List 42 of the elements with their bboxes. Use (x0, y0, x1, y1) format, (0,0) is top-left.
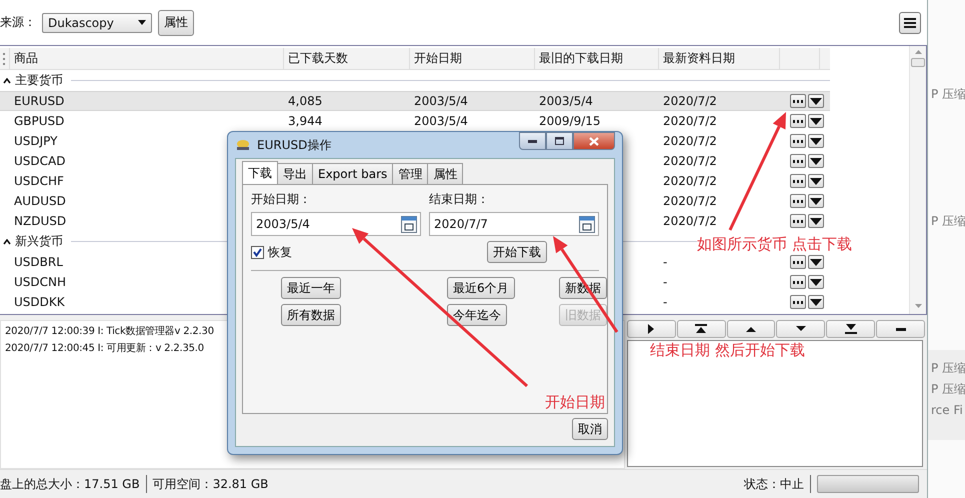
table-cell: - (663, 255, 668, 269)
table-cell: USDCNH (14, 275, 66, 289)
table-cell: 2020/7/2 (663, 174, 717, 188)
table-cell: NZDUSD (14, 214, 66, 228)
checkbox-label: 恢复 (268, 244, 292, 260)
log-line: 2020/7/7 12:00:39 I: Tick数据管理器v 2.2.30 (5, 325, 215, 339)
annotation-text: 结束日期 然后开始下载 (650, 341, 805, 360)
table-cell: 2020/7/2 (663, 214, 717, 228)
table-cell: 3,944 (288, 114, 322, 128)
group-header: 主要货币 (15, 72, 63, 89)
table-cell: USDDKK (14, 295, 65, 309)
table-cell: USDJPY (14, 134, 58, 148)
annotation-text: 开始日期 (545, 393, 605, 412)
background-text: rce Fi (931, 403, 963, 417)
table-cell: 2020/7/2 (663, 94, 717, 108)
field-label: 结束日期： (429, 191, 490, 208)
table-cell: 2009/9/15 (539, 114, 601, 128)
status-text: 状态：中止 (744, 476, 804, 492)
source-label: 来源： (0, 14, 36, 31)
table-cell: USDCHF (14, 174, 64, 188)
table-cell: 2020/7/2 (663, 114, 717, 128)
log-line: 2020/7/7 12:00:45 I: 可用更新：v 2.2.35.0 (5, 342, 205, 356)
table-cell: USDCAD (14, 154, 66, 168)
table-cell: 4,085 (288, 94, 322, 108)
table-cell: 2003/5/4 (414, 94, 468, 108)
table-cell: - (663, 275, 668, 289)
table-cell: 2020/7/2 (663, 154, 717, 168)
free-space-text: 可用空间：32.81 GB (152, 476, 268, 492)
annotation-text: 如图所示货币 点击下载 (697, 236, 852, 252)
table-cell: 2003/5/4 (539, 94, 593, 108)
table-cell: GBPUSD (14, 114, 64, 128)
group-header: 新兴货币 (15, 233, 63, 250)
table-cell: 2020/7/2 (663, 134, 717, 148)
table-cell: USDBRL (14, 255, 63, 269)
table-cell: EURUSD (14, 94, 64, 108)
table-cell: 2020/7/2 (663, 194, 717, 208)
dialog-title: EURUSD操作 (257, 136, 332, 154)
field-label: 开始日期： (251, 191, 312, 208)
table-cell: - (663, 295, 668, 309)
disk-size-text: 盘上的总大小：17.51 GB (0, 476, 140, 492)
table-cell: 2003/5/4 (414, 114, 468, 128)
table-cell: AUDUSD (14, 194, 66, 208)
